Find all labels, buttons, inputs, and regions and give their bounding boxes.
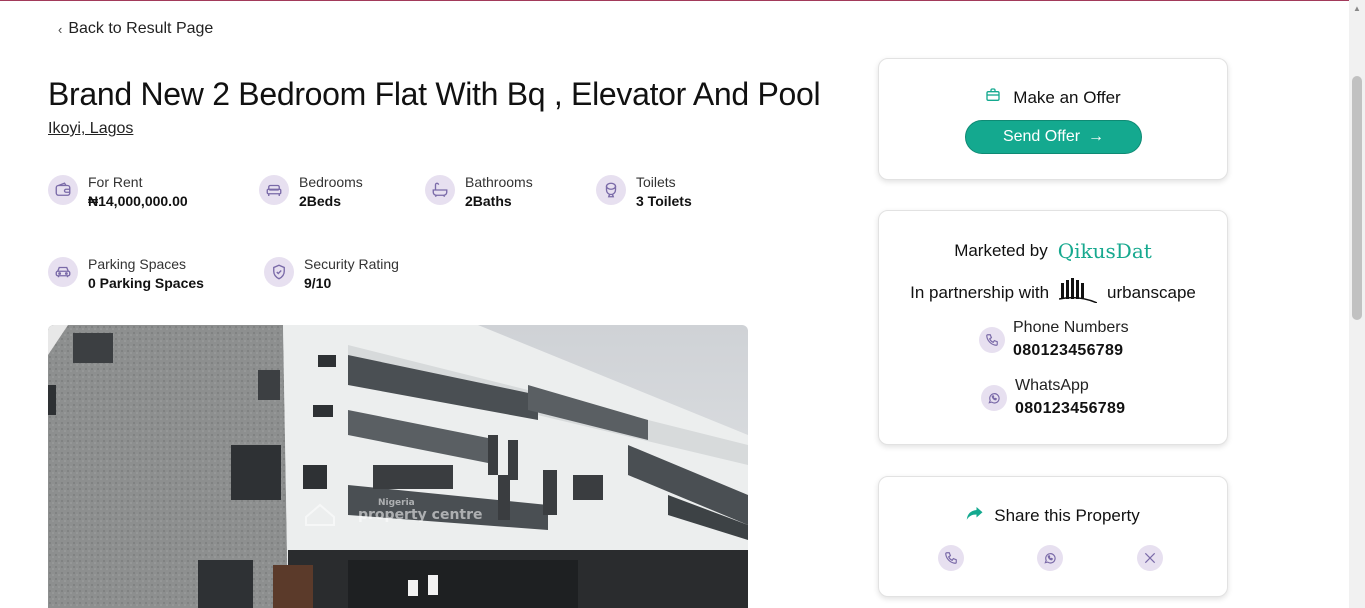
urbanscape-logo-icon: [1058, 277, 1098, 308]
car-icon: [48, 257, 78, 287]
marketer-logo[interactable]: QikusDat: [1058, 239, 1152, 263]
share-arrow-icon: [966, 505, 984, 526]
marketed-by-label: Marketed by: [954, 241, 1048, 260]
share-heading: Share this Property: [879, 505, 1227, 526]
feature-label: Parking Spaces: [88, 256, 187, 272]
marketed-by-row: Marketed by QikusDat: [879, 239, 1227, 263]
shield-check-icon: [264, 257, 294, 287]
share-phone-button[interactable]: [938, 545, 964, 571]
watermark-large: property centre: [358, 507, 483, 523]
arrow-right-icon: →: [1088, 128, 1105, 145]
send-offer-label: Send Offer: [1002, 128, 1081, 145]
feature-value: 2Beds: [299, 193, 342, 209]
wallet-icon: [48, 175, 78, 205]
feature-security: Security Rating 9/10: [264, 255, 399, 293]
phone-icon: [979, 327, 1005, 353]
share-x-button[interactable]: [1137, 545, 1163, 571]
toilet-icon: [596, 175, 626, 205]
make-offer-card: Make an Offer Send Offer →: [878, 58, 1228, 180]
feature-bathrooms: Bathrooms 2Baths: [425, 173, 533, 211]
feature-label: Security Rating: [304, 256, 399, 272]
vertical-scrollbar[interactable]: ▲: [1349, 0, 1365, 608]
share-whatsapp-button[interactable]: [1037, 545, 1063, 571]
share-card: Share this Property: [878, 476, 1228, 597]
feature-toilets: Toilets 3 Toilets: [596, 173, 692, 211]
marketer-card: Marketed by QikusDat In partnership with…: [878, 210, 1228, 445]
back-to-results-link[interactable]: ‹ Back to Result Page: [58, 20, 213, 38]
location-link[interactable]: Ikoyi, Lagos: [48, 120, 133, 138]
whatsapp-label: WhatsApp: [1015, 377, 1089, 394]
feature-value: ₦14,000,000.00: [88, 193, 188, 209]
feature-label: Bedrooms: [299, 174, 363, 190]
top-border-line: [0, 0, 1349, 1]
offer-heading-label: Make an Offer: [1013, 87, 1121, 107]
partner-name: urbanscape: [1107, 282, 1196, 302]
share-heading-label: Share this Property: [994, 505, 1140, 525]
whatsapp-contact[interactable]: WhatsApp 080123456789: [981, 375, 1125, 421]
phone-icon: [945, 552, 957, 564]
feature-value: 3 Toilets: [636, 193, 692, 209]
partnership-row: In partnership with urbanscape: [879, 277, 1227, 308]
feature-parking: Parking Spaces 0 Parking Spaces: [48, 255, 204, 293]
feature-label: Bathrooms: [465, 174, 533, 190]
briefcase-icon: [985, 87, 1001, 108]
phone-label: Phone Numbers: [1013, 319, 1129, 336]
feature-value: 9/10: [304, 275, 332, 291]
phone-value: 080123456789: [1013, 342, 1124, 359]
feature-value: 2Baths: [465, 193, 512, 209]
whatsapp-value: 080123456789: [1015, 400, 1126, 417]
whatsapp-icon: [981, 385, 1007, 411]
feature-label: For Rent: [88, 174, 143, 190]
back-link-label: Back to Result Page: [68, 20, 214, 37]
feature-bedrooms: Bedrooms 2Beds: [259, 173, 363, 211]
bed-icon: [259, 175, 289, 205]
feature-price: For Rent ₦14,000,000.00: [48, 173, 188, 211]
scroll-up-arrow-icon[interactable]: ▲: [1349, 0, 1365, 16]
feature-label: Toilets: [636, 174, 676, 190]
send-offer-button[interactable]: Send Offer →: [965, 120, 1142, 154]
scrollbar-thumb[interactable]: [1352, 76, 1362, 320]
property-photo[interactable]: Nigeria property centre: [48, 325, 748, 608]
offer-heading: Make an Offer: [879, 87, 1227, 108]
chevron-left-icon: ‹: [58, 21, 63, 37]
bathtub-icon: [425, 175, 455, 205]
partnership-label: In partnership with: [910, 282, 1050, 302]
whatsapp-icon: [1044, 553, 1056, 564]
page-title: Brand New 2 Bedroom Flat With Bq , Eleva…: [48, 76, 821, 112]
feature-value: 0 Parking Spaces: [88, 275, 204, 291]
x-logo-icon: [1144, 552, 1156, 564]
phone-contact[interactable]: Phone Numbers 080123456789: [979, 317, 1129, 363]
